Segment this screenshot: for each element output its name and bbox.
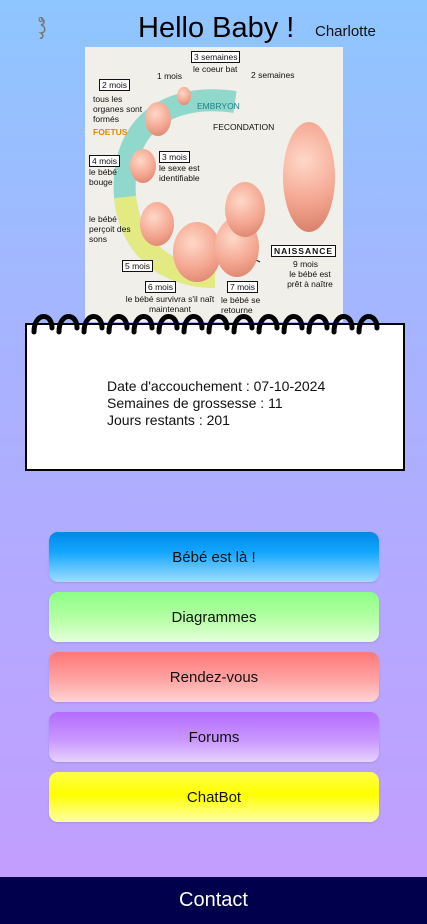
label-3-weeks: 3 semaines bbox=[191, 51, 241, 63]
fetus-1-month bbox=[177, 87, 191, 105]
fetal-development-illustration: 1 mois 3 semaines le coeur bat 2 semaine… bbox=[85, 47, 343, 322]
fetus-8-months bbox=[225, 182, 265, 237]
label-2-months: 2 mois bbox=[99, 79, 131, 91]
label-3-months: 3 mois bbox=[159, 151, 191, 163]
forums-button[interactable]: Forums bbox=[49, 712, 379, 762]
due-date: Date d'accouchement : 07-10-2024 bbox=[107, 378, 326, 394]
label-fetus: FOETUS bbox=[93, 127, 128, 137]
baby-icon bbox=[38, 16, 46, 39]
notepad-spiral bbox=[31, 314, 380, 335]
label-heart-beats: le coeur bat bbox=[193, 64, 238, 74]
label-5-months: 5 mois bbox=[122, 260, 154, 272]
baby-here-button[interactable]: Bébé est là ! bbox=[49, 532, 379, 582]
label-9-months: 9 mois bbox=[293, 259, 319, 269]
label-ready-to-be-born: le bébé est prêt à naître bbox=[287, 269, 333, 289]
chatbot-button[interactable]: ChatBot bbox=[49, 772, 379, 822]
label-sex-identifiable: le sexe est identifiable bbox=[159, 163, 200, 183]
fetus-9-months bbox=[283, 122, 335, 232]
label-baby-moves: le bébé bouge bbox=[89, 167, 117, 187]
label-organs-formed: tous les organes sont formés bbox=[93, 94, 143, 124]
label-1-month: 1 mois bbox=[157, 71, 183, 81]
label-fertilization: FECONDATION bbox=[213, 122, 275, 132]
contact-footer-button[interactable]: Contact bbox=[0, 877, 427, 924]
label-hears-sounds: le bébé perçoit des sons bbox=[89, 214, 131, 244]
user-name: Charlotte bbox=[315, 23, 376, 40]
label-embryo: EMBRYON bbox=[197, 101, 240, 111]
label-birth: NAISSANCE bbox=[271, 245, 337, 257]
fetus-6-months bbox=[173, 222, 221, 282]
page-title: Hello Baby ! bbox=[138, 12, 295, 44]
pregnancy-weeks: Semaines de grossesse : 11 bbox=[107, 395, 283, 411]
label-6-months: 6 mois bbox=[145, 281, 177, 293]
fetus-5-months bbox=[140, 202, 174, 246]
appointments-button[interactable]: Rendez-vous bbox=[49, 652, 379, 702]
fetus-2-months bbox=[145, 102, 171, 136]
days-remaining: Jours restants : 201 bbox=[107, 412, 230, 428]
pregnancy-info: Date d'accouchement : 07-10-2024 Semaine… bbox=[107, 378, 325, 429]
fetus-4-months bbox=[130, 149, 156, 183]
label-7-months: 7 mois bbox=[227, 281, 259, 293]
diagrams-button[interactable]: Diagrammes bbox=[49, 592, 379, 642]
label-2-weeks: 2 semaines bbox=[251, 70, 295, 80]
label-4-months: 4 mois bbox=[89, 155, 121, 167]
